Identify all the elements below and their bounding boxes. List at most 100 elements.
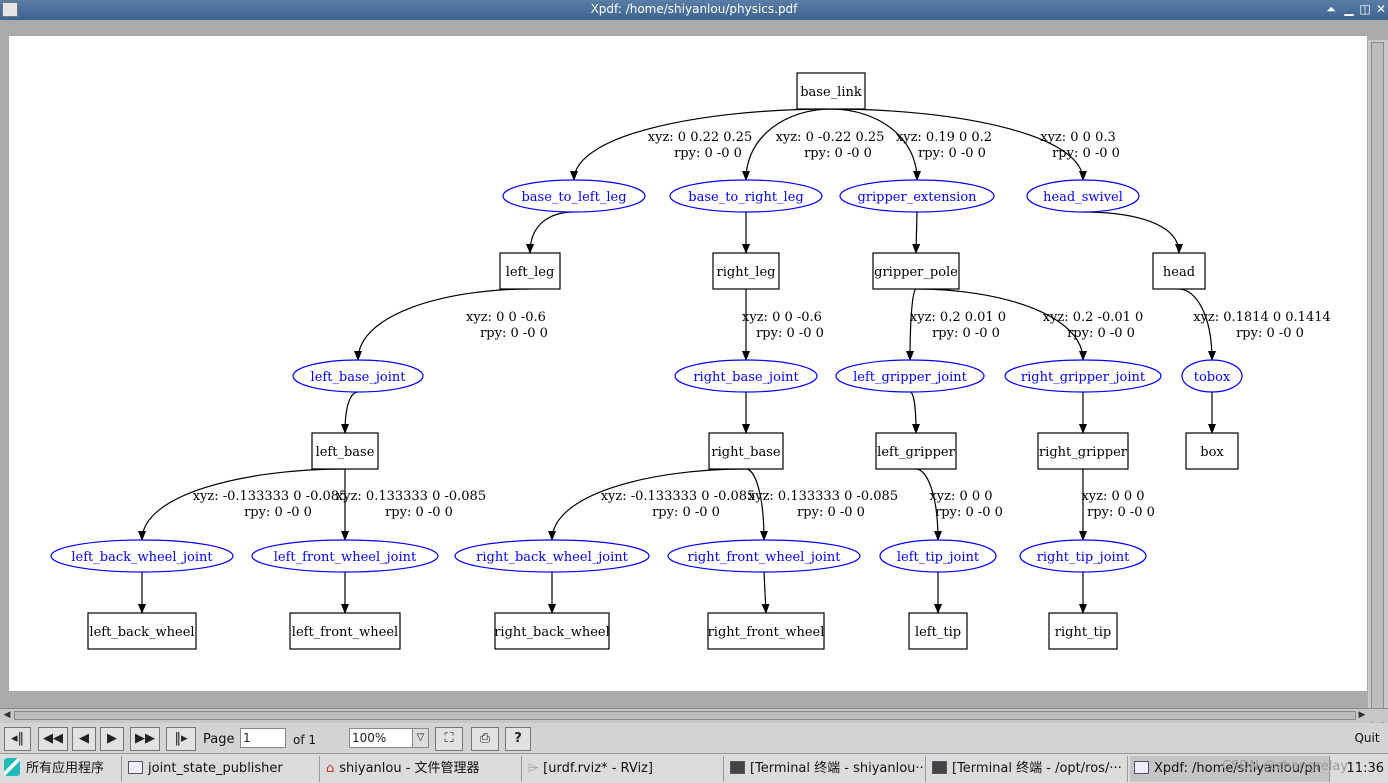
start-menu-label: 所有应用程序 [26,761,105,776]
link-node-label: gripper_pole [874,265,958,280]
edge-rpy-label: rpy: 0 -0 0 [1087,505,1155,520]
link-node-label: right_front_wheel [708,625,825,640]
graph-edge [761,571,770,614]
joint-node-label: right_base_joint [693,370,799,385]
terminal-icon [730,761,745,774]
edge-rpy-label: rpy: 0 -0 0 [756,326,824,341]
pdf-viewport[interactable]: xyz: 0 0.22 0.25 rpy: 0 -0 0 xyz: 0 -0.22 … [0,20,1388,730]
edge-rpy-label: rpy: 0 -0 0 [932,326,1000,341]
graph-edge [341,391,359,434]
link-node-label: right_leg [717,265,776,280]
zoom-value: 100% [352,731,387,745]
scroll-left-icon[interactable]: ◀ [1,710,13,721]
edge-rpy-label: rpy: 0 -0 0 [1067,326,1135,341]
zoom-select[interactable]: 100% ▽ [349,728,429,748]
window-icon [1134,761,1149,774]
home-icon: ⌂ [326,761,335,776]
urdf-graph: xyz: 0 0.22 0.25rpy: 0 -0 0xyz: 0 -0.22 … [50,72,1331,650]
chevron-down-icon[interactable]: ▽ [412,729,428,747]
prev-page-icon[interactable]: ◀ [72,727,96,751]
edge-xyz-label: xyz: 0 0.22 0.25 [648,130,752,145]
horizontal-scrollbar[interactable]: ◀ ▶ [0,708,1388,722]
task-terminal-1[interactable]: [Terminal 终端 - shiyanlou··· [726,756,926,782]
edge-xyz-label: xyz: 0.2 0.01 0 [910,310,1006,325]
link-node-label: left_tip [915,625,961,640]
joint-node-label: left_base_joint [311,370,407,385]
last-page-icon[interactable]: ▶▶ [130,727,160,751]
task-label: [urdf.rviz* - RViz] [543,761,653,776]
edge-rpy-label: rpy: 0 -0 0 [918,146,986,161]
page-number-input[interactable]: 1 [240,728,286,748]
task-joint-state-publisher[interactable]: joint_state_publisher [124,756,320,782]
edge-xyz-label: xyz: 0 -0.22 0.25 [776,130,885,145]
edge-rpy-label: rpy: 0 -0 0 [804,146,872,161]
edge-rpy-label: rpy: 0 -0 0 [1052,146,1120,161]
joint-node-label: left_front_wheel_joint [274,550,417,565]
link-node-label: right_gripper [1039,445,1128,460]
task-terminal-2[interactable]: [Terminal 终端 - /opt/ros/··· [928,756,1128,782]
task-rviz[interactable]: ⌲ [urdf.rviz* - RViz] [524,756,724,782]
task-label: [Terminal 终端 - shiyanlou··· [750,761,926,776]
find-binoculars-icon[interactable]: ⛶ [435,727,463,751]
joint-node-label: left_tip_joint [897,550,980,565]
edge-rpy-label: rpy: 0 -0 0 [674,146,742,161]
edge-rpy-label: rpy: 0 -0 0 [652,505,720,520]
start-menu-button[interactable]: 所有应用程序 [0,756,122,782]
edge-xyz-label: xyz: 0 0 0 [1081,489,1144,504]
edge-xyz-label: xyz: 0 0 -0.6 [742,310,822,325]
vertical-scroll-thumb[interactable] [1371,42,1384,726]
link-node-label: left_front_wheel [292,625,398,640]
link-node-label: base_link [800,85,862,100]
edge-xyz-label: xyz: 0 0 -0.6 [466,310,546,325]
quit-button[interactable]: Quit [1348,727,1386,751]
link-node-label: left_leg [506,265,555,280]
horizontal-scroll-thumb[interactable] [14,711,1356,720]
link-node-label: box [1200,445,1224,460]
joint-node-label: right_gripper_joint [1021,370,1146,385]
watermark-text: CSDN @zhangrelay [1221,759,1348,774]
joint-node-label: base_to_left_leg [521,190,626,205]
app-launcher-icon [4,758,20,776]
page-count: of 1 [293,733,317,747]
joint-node-label: left_gripper_joint [853,370,968,385]
window-title: Xpdf: /home/shiyanlou/physics.pdf [590,2,798,16]
back-history-icon[interactable]: ◂‖ [4,727,31,751]
vertical-scrollbar[interactable] [1368,40,1388,730]
print-icon[interactable]: ⎙ [471,727,499,751]
scroll-right-icon[interactable]: ▶ [1356,710,1368,721]
edge-xyz-label: xyz: 0 0 0.3 [1040,130,1116,145]
task-label: [Terminal 终端 - /opt/ros/··· [952,761,1122,776]
graph-edge [909,391,920,434]
edge-xyz-label: xyz: 0.2 -0.01 0 [1043,310,1144,325]
link-node-label: right_base [711,445,781,460]
joint-node-label: base_to_right_leg [688,190,803,205]
next-page-icon[interactable]: ▶ [100,727,124,751]
xpdf-toolbar: ◂‖ ◀◀ ◀ ▶ ▶▶ ‖▸ Page 1 of 1 100% ▽ ⛶ ⎙ ?… [0,723,1388,753]
help-icon[interactable]: ? [505,727,531,751]
link-node-label: left_gripper [877,445,955,460]
close-icon[interactable]: ✕ [1372,1,1388,18]
taskbar: 所有应用程序 joint_state_publisher ⌂ shiyanlou … [0,753,1388,783]
clock: 11:36 [1346,761,1384,776]
task-label: shiyanlou - 文件管理器 [339,761,480,776]
rviz-icon: ⌲ [528,761,539,776]
shade-icon[interactable]: ⏶ [1322,1,1340,18]
task-file-manager[interactable]: ⌂ shiyanlou - 文件管理器 [322,756,522,782]
joint-node-label: right_tip_joint [1037,550,1130,565]
edge-rpy-label: rpy: 0 -0 0 [935,505,1003,520]
task-label: joint_state_publisher [148,761,283,776]
joint-node-label: left_back_wheel_joint [71,550,213,565]
joint-node-label: tobox [1194,370,1231,385]
first-page-icon[interactable]: ◀◀ [38,727,68,751]
edge-xyz-label: xyz: 0.133333 0 -0.085 [336,489,486,504]
edge-xyz-label: xyz: -0.133333 0 -0.085 [193,489,348,504]
terminal-icon [932,761,947,774]
forward-history-icon[interactable]: ‖▸ [166,727,196,751]
link-node-label: left_back_wheel [89,625,194,640]
joint-node-label: gripper_extension [857,190,977,205]
graph-edge [912,211,921,254]
edge-rpy-label: rpy: 0 -0 0 [797,505,865,520]
edge-rpy-label: rpy: 0 -0 0 [1236,326,1304,341]
graph-edge [745,468,768,541]
joint-node-label: head_swivel [1043,190,1123,205]
